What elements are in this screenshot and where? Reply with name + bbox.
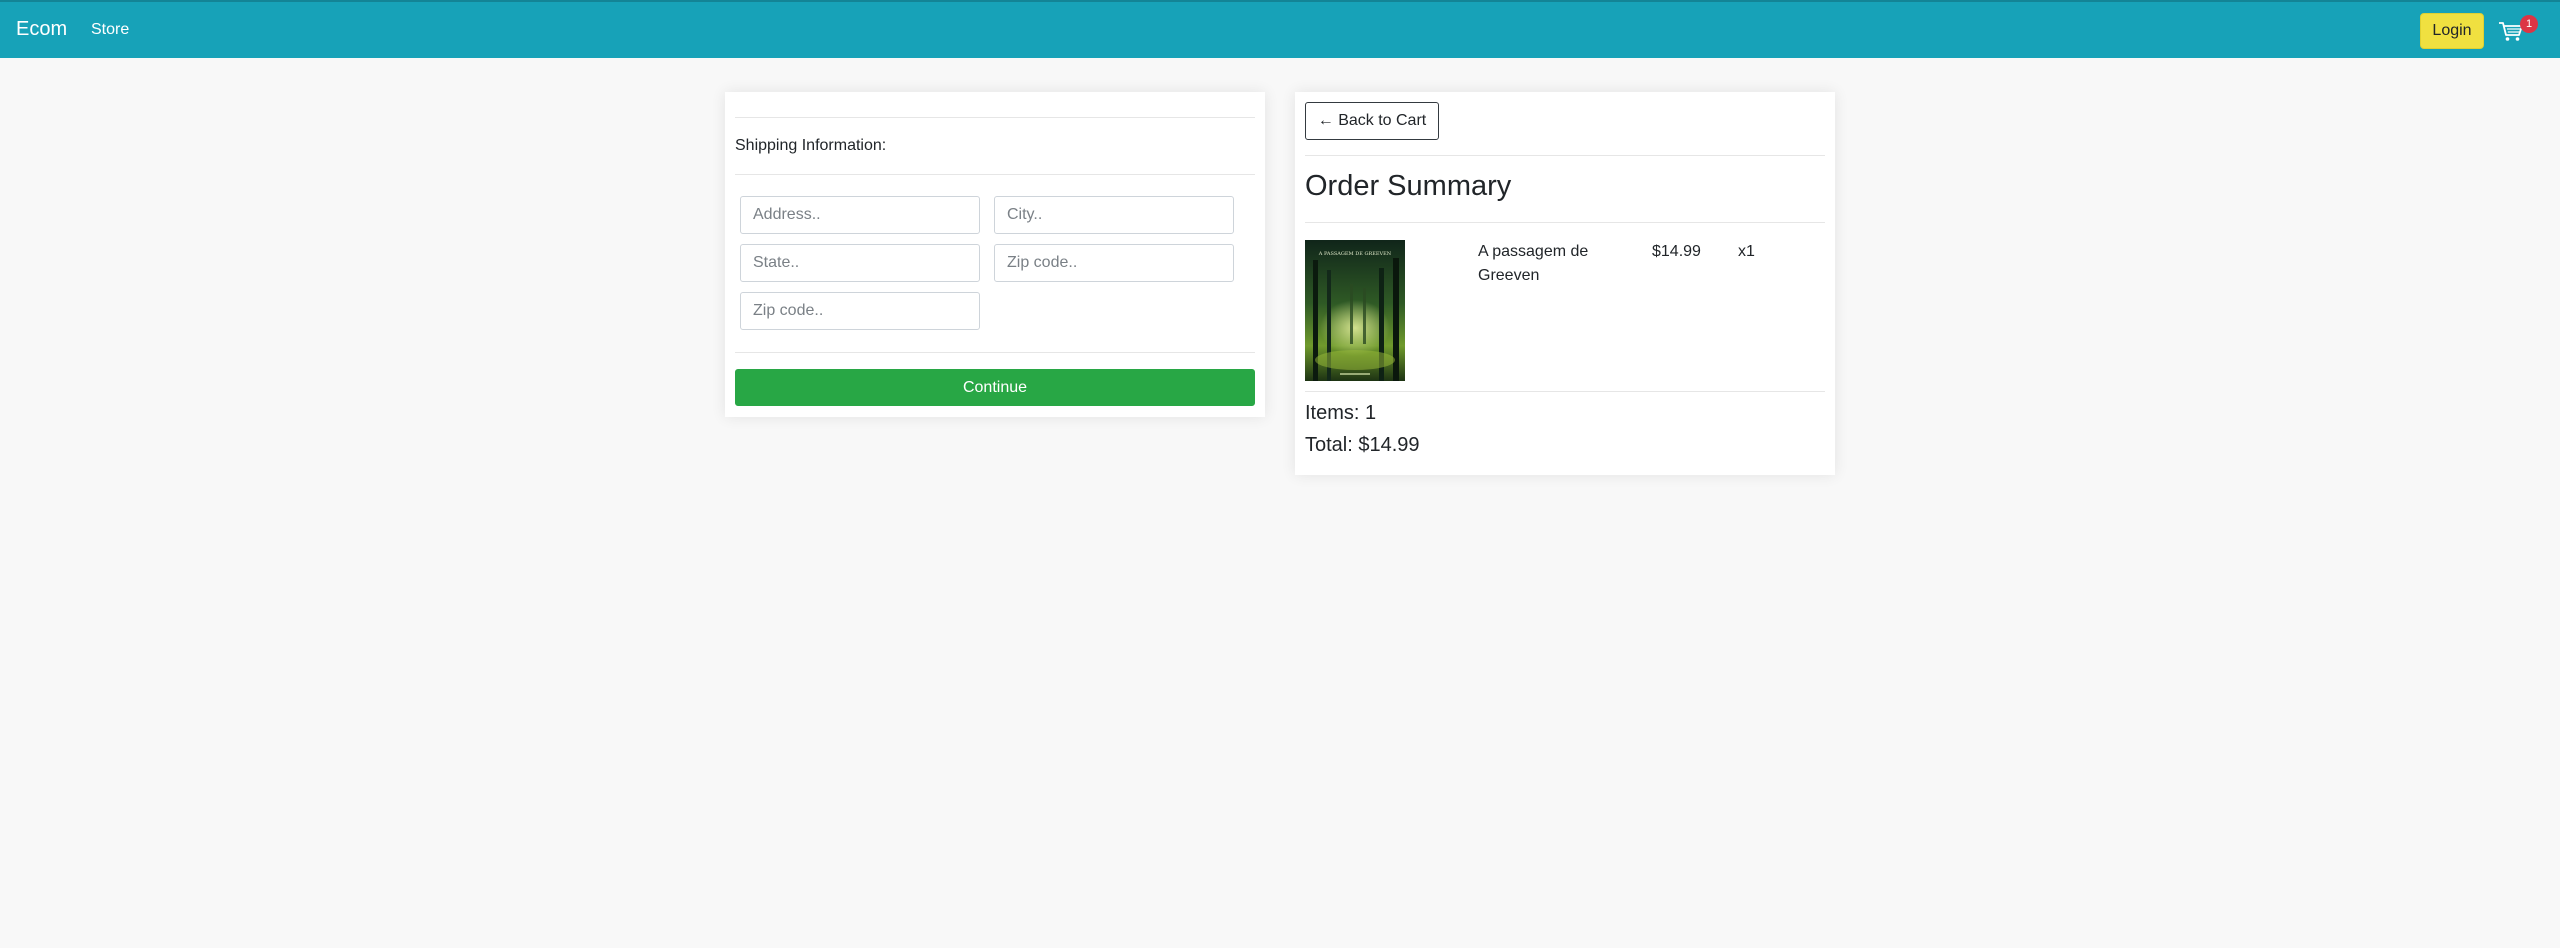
divider bbox=[1305, 155, 1825, 156]
address-input[interactable] bbox=[740, 196, 980, 234]
product-quantity: x1 bbox=[1738, 243, 1755, 260]
brand-link[interactable]: Ecom bbox=[16, 18, 67, 41]
divider bbox=[735, 117, 1255, 118]
items-count: Items: 1 bbox=[1305, 402, 1377, 424]
login-button[interactable]: Login bbox=[2420, 13, 2484, 49]
zip-input[interactable] bbox=[994, 244, 1234, 282]
back-to-cart-button[interactable]: ← Back to Cart bbox=[1305, 102, 1439, 140]
book-cover-art: A PASSAGEM DE GREEVEN bbox=[1305, 240, 1405, 381]
divider bbox=[1305, 222, 1825, 223]
nav-link-store[interactable]: Store bbox=[91, 21, 129, 39]
navbar: Ecom Store Login 1 bbox=[0, 0, 2560, 58]
zip-input-secondary[interactable] bbox=[740, 292, 980, 330]
product-image: A PASSAGEM DE GREEVEN bbox=[1305, 240, 1405, 381]
shipping-heading: Shipping Information: bbox=[735, 137, 887, 154]
divider bbox=[735, 352, 1255, 353]
city-input[interactable] bbox=[994, 196, 1234, 234]
cart-button[interactable]: 1 bbox=[2498, 15, 2538, 46]
continue-button[interactable]: Continue bbox=[735, 369, 1255, 406]
divider bbox=[1305, 391, 1825, 392]
cart-count-badge: 1 bbox=[2520, 15, 2538, 33]
product-name: A passagem de Greeven bbox=[1478, 243, 1589, 284]
book-cover-title: A PASSAGEM DE GREEVEN bbox=[1318, 251, 1392, 257]
state-input[interactable] bbox=[740, 244, 980, 282]
divider bbox=[735, 174, 1255, 175]
order-summary-title: Order Summary bbox=[1305, 170, 1512, 202]
shipping-form-card: Shipping Information: Continue bbox=[725, 92, 1265, 417]
order-total: Total: $14.99 bbox=[1305, 434, 1420, 456]
product-price: $14.99 bbox=[1652, 243, 1701, 260]
order-summary-card: ← Back to Cart Order Summary A PASSAGEM … bbox=[1295, 92, 1835, 475]
